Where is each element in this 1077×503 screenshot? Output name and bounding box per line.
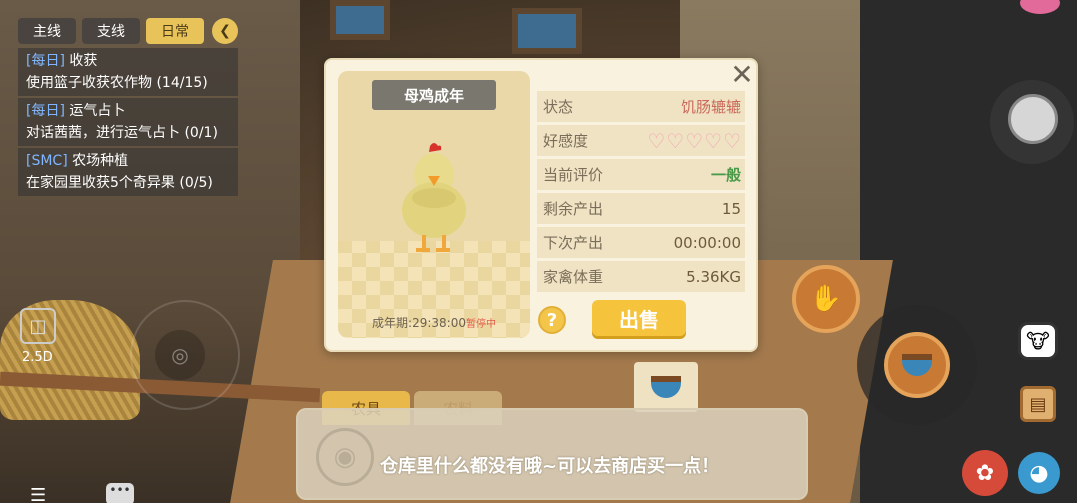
chevron-left-icon[interactable]: ❮ <box>212 18 238 44</box>
window <box>330 0 390 40</box>
help-icon[interactable]: ? <box>538 306 566 334</box>
stat-row-rating: 当前评价 一般 <box>537 159 745 190</box>
grow-time-value: 29:38:00 <box>412 316 466 330</box>
quest-desc: 使用篮子收获农作物 (14/15) <box>26 75 208 91</box>
animal-stats: 状态 饥肠辘辘 好感度 ♡ ♡ ♡ ♡ ♡ 当前评价 一般 剩余产出 15 下次… <box>537 91 745 295</box>
tab-daily-quest[interactable]: 日常 <box>146 18 204 44</box>
quest-title: 收获 <box>69 53 98 69</box>
stat-label: 状态 <box>543 98 574 116</box>
empty-message: 仓库里什么都没有哦~可以去商店买一点！ <box>380 456 720 477</box>
grow-status: 暂停中 <box>465 319 496 330</box>
stat-row-weight: 家禽体重 5.36KG <box>537 261 745 292</box>
stat-row-next: 下次产出 00:00:00 <box>537 227 745 258</box>
animal-name: 母鸡成年 <box>372 80 496 110</box>
grow-label: 成年期: <box>372 316 413 330</box>
stat-label: 家禽体重 <box>543 268 604 286</box>
sprout-icon[interactable]: ✿ <box>962 450 1008 496</box>
feed-box[interactable] <box>634 362 698 412</box>
quest-title: 农场种植 <box>72 153 129 169</box>
close-icon[interactable]: ✕ <box>728 58 756 91</box>
camera-mode-icon[interactable]: ◫ <box>20 308 56 344</box>
menu-icon[interactable]: ☰ <box>30 485 56 503</box>
tab-main-quest[interactable]: 主线 <box>18 18 76 44</box>
joystick-knob-icon[interactable]: ◎ <box>155 330 205 380</box>
tab-side-quest[interactable]: 支线 <box>82 18 140 44</box>
bowl-icon <box>651 376 681 398</box>
camera-mode-label: 2.5D <box>22 350 53 365</box>
quest-desc: 对话茜茜，进行运气占卜 (0/1) <box>26 125 218 141</box>
bowl-icon <box>902 354 932 376</box>
heart-icon: ♡ <box>666 128 685 153</box>
quest-tag: [每日] <box>26 53 65 69</box>
quest-tag: [每日] <box>26 103 65 119</box>
quest-tag: [SMC] <box>26 153 68 169</box>
heart-icon: ♡ <box>723 128 741 153</box>
quest-list: [每日] 收获 使用篮子收获农作物 (14/15) [每日] 运气占卜 对话茜茜… <box>18 48 238 198</box>
quest-item[interactable]: [每日] 运气占卜 对话茜茜，进行运气占卜 (0/1) <box>18 98 238 146</box>
quest-title: 运气占卜 <box>69 103 126 119</box>
bird-icon[interactable]: ◕ <box>1018 452 1060 494</box>
jump-button-inner[interactable] <box>1008 94 1058 144</box>
stat-value: 5.36KG <box>686 267 741 286</box>
cow-icon[interactable]: 🐮 <box>1018 322 1058 360</box>
glove-action-icon[interactable]: ✋ <box>792 265 860 333</box>
quest-desc: 在家园里收获5个奇异果 (0/5) <box>26 175 213 191</box>
heart-icon: ♡ <box>647 128 666 153</box>
sell-button[interactable]: 出售 <box>592 300 686 336</box>
stat-value: 15 <box>721 199 741 218</box>
shadow-area <box>860 0 1077 503</box>
stat-row-affection: 好感度 ♡ ♡ ♡ ♡ ♡ <box>537 125 745 156</box>
stat-row-remaining: 剩余产出 15 <box>537 193 745 224</box>
stat-label: 好感度 <box>543 132 589 150</box>
stat-label: 剩余产出 <box>543 200 604 218</box>
hen-icon <box>402 143 466 252</box>
stat-value: 一般 <box>710 166 741 184</box>
stat-value: 饥肠辘辘 <box>680 98 741 116</box>
scroll-icon[interactable]: ▤ <box>1020 386 1056 422</box>
stat-label: 下次产出 <box>543 234 604 252</box>
heart-icon: ♡ <box>704 128 723 153</box>
quest-item[interactable]: [每日] 收获 使用篮子收获农作物 (14/15) <box>18 48 238 96</box>
quest-tabs: 主线 支线 日常 ❮ <box>18 18 238 44</box>
stat-row-status: 状态 饥肠辘辘 <box>537 91 745 122</box>
empty-eye-icon: ◉ <box>316 428 374 486</box>
stat-label: 当前评价 <box>543 166 604 184</box>
quest-item[interactable]: [SMC] 农场种植 在家园里收获5个奇异果 (0/5) <box>18 148 238 196</box>
window <box>512 8 582 54</box>
feed-action-button[interactable] <box>884 332 950 398</box>
affection-hearts: ♡ ♡ ♡ ♡ ♡ <box>647 131 741 151</box>
heart-icon: ♡ <box>685 128 704 153</box>
stat-value: 00:00:00 <box>673 233 741 252</box>
chat-icon[interactable]: ••• <box>106 483 134 503</box>
grow-time: 成年期:29:38:00暂停中 <box>338 314 530 331</box>
